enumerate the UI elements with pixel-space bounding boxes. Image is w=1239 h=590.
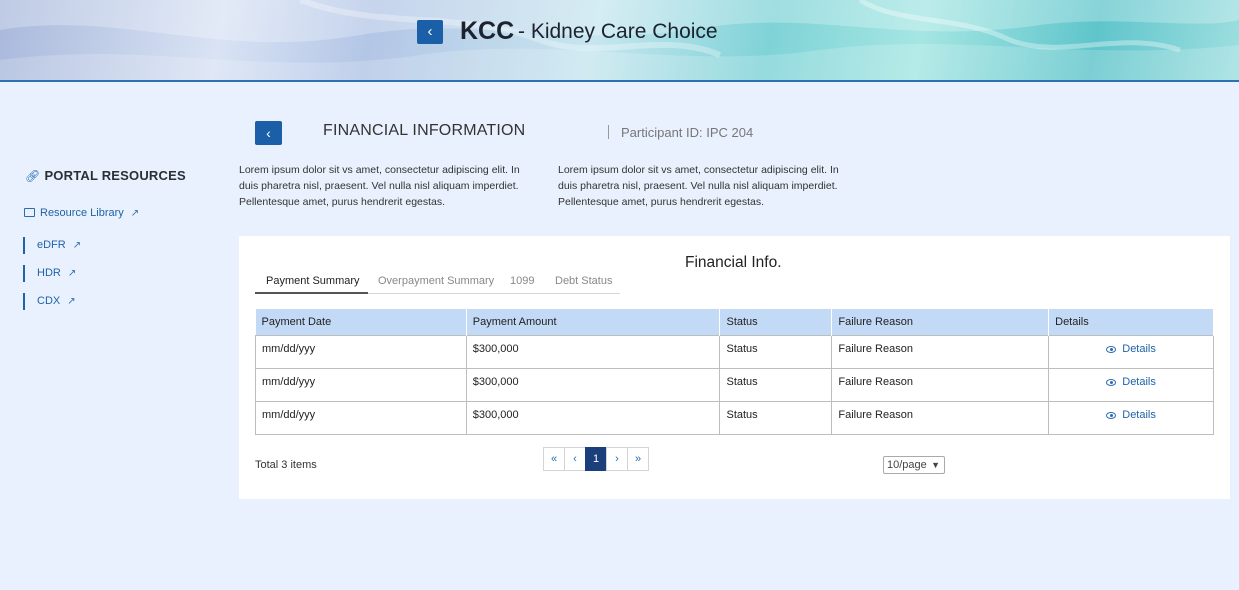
column-header-payment-date[interactable]: Payment Date (255, 309, 467, 335)
page-button-current[interactable]: 1 (585, 447, 607, 471)
page-size-value: 10/page (887, 459, 927, 471)
last-page-button[interactable]: » (627, 447, 649, 471)
sidebar-item-hdr[interactable]: HDR ↗ (23, 265, 76, 282)
external-link-icon: ↗ (130, 208, 140, 219)
table-row: mm/dd/yyy $300,000 Status Failure Reason… (255, 367, 1214, 402)
cell-payment-amount: $300,000 (465, 367, 721, 402)
sidebar-item-label: CDX (37, 295, 61, 307)
sidebar-item-resource-library[interactable]: Resource Library ↗ (24, 207, 139, 219)
cell-failure-reason: Failure Reason (831, 367, 1050, 402)
participant-id-text: Participant ID: IPC 204 (621, 125, 754, 140)
prev-page-button[interactable]: ‹ (564, 447, 586, 471)
page-size-select[interactable]: 10/page ▼ (883, 456, 945, 474)
card-title: Financial Info. (685, 254, 782, 271)
table-row: mm/dd/yyy $300,000 Status Failure Reason… (255, 334, 1214, 369)
chevron-left-icon: ‹ (266, 125, 271, 141)
cell-failure-reason: Failure Reason (831, 400, 1050, 435)
chevron-down-icon: ▼ (931, 460, 940, 470)
cell-failure-reason: Failure Reason (831, 334, 1050, 369)
sidebar-item-label: HDR (37, 267, 61, 279)
column-header-failure-reason[interactable]: Failure Reason (831, 309, 1050, 335)
sidebar-item-edfr[interactable]: eDFR ↗ (23, 237, 81, 254)
sidebar-item-label: eDFR (37, 239, 66, 251)
participant-id: Participant ID: IPC 204 (608, 125, 753, 140)
next-page-button[interactable]: › (606, 447, 628, 471)
details-label: Details (1122, 375, 1156, 388)
column-header-payment-amount[interactable]: Payment Amount (466, 309, 721, 335)
sidebar-item-label: Resource Library (40, 207, 124, 219)
active-tab-indicator (255, 292, 368, 294)
brand-subtitle: - Kidney Care Choice (518, 20, 718, 43)
cell-status: Status (719, 367, 833, 402)
cell-payment-amount: $300,000 (465, 334, 721, 369)
portal-resources-heading: 🔗︎ PORTAL RESOURCES (25, 168, 186, 183)
cell-payment-date: mm/dd/yyy (255, 334, 467, 369)
total-items: Total 3 items (255, 459, 317, 471)
table-row: mm/dd/yyy $300,000 Status Failure Reason… (255, 400, 1214, 435)
details-label: Details (1122, 342, 1156, 355)
details-link[interactable]: Details (1048, 400, 1214, 435)
header-banner: ‹ KCC - Kidney Care Choice (0, 0, 1239, 82)
chevron-left-icon: ‹ (427, 23, 433, 40)
description-paragraph-1: Lorem ipsum dolor sit vs amet, consectet… (239, 164, 520, 208)
page-title: FINANCIAL INFORMATION (323, 122, 526, 139)
eye-icon (1106, 378, 1117, 386)
tab-overpayment-summary[interactable]: Overpayment Summary (378, 275, 494, 287)
eye-icon (1106, 411, 1117, 419)
portal-resources-title: PORTAL RESOURCES (44, 168, 186, 183)
table-header-row: Payment Date Payment Amount Status Failu… (255, 309, 1214, 335)
book-icon (24, 208, 35, 217)
cell-status: Status (719, 400, 833, 435)
details-link[interactable]: Details (1048, 334, 1214, 369)
cell-payment-date: mm/dd/yyy (255, 400, 467, 435)
banner-back-button[interactable]: ‹ (417, 20, 443, 44)
sidebar-item-cdx[interactable]: CDX ↗ (23, 293, 76, 310)
pagination: « ‹ 1 › » (543, 447, 649, 471)
column-header-status[interactable]: Status (719, 309, 833, 335)
brand-logo: KCC (460, 17, 515, 45)
link-icon: 🔗︎ (25, 169, 41, 183)
cell-status: Status (719, 334, 833, 369)
tab-payment-summary[interactable]: Payment Summary (266, 275, 360, 287)
financial-info-card: Financial Info. Payment Summary Overpaym… (239, 236, 1230, 499)
tab-bar: Payment Summary Overpayment Summary 1099… (255, 273, 620, 294)
first-page-button[interactable]: « (543, 447, 565, 471)
description-paragraph-2: Lorem ipsum dolor sit vs amet, consectet… (558, 164, 839, 208)
divider (608, 125, 609, 139)
cell-payment-date: mm/dd/yyy (255, 367, 467, 402)
details-label: Details (1122, 408, 1156, 421)
details-link[interactable]: Details (1048, 367, 1214, 402)
cell-payment-amount: $300,000 (465, 400, 721, 435)
external-link-icon: ↗ (67, 268, 77, 279)
external-link-icon: ↗ (72, 240, 82, 251)
payment-table: Payment Date Payment Amount Status Failu… (255, 309, 1214, 435)
column-header-details[interactable]: Details (1048, 309, 1214, 335)
eye-icon (1106, 345, 1117, 353)
tab-1099[interactable]: 1099 (510, 275, 534, 287)
tab-debt-status[interactable]: Debt Status (555, 275, 612, 287)
back-button[interactable]: ‹ (255, 121, 282, 145)
external-link-icon: ↗ (67, 296, 76, 307)
